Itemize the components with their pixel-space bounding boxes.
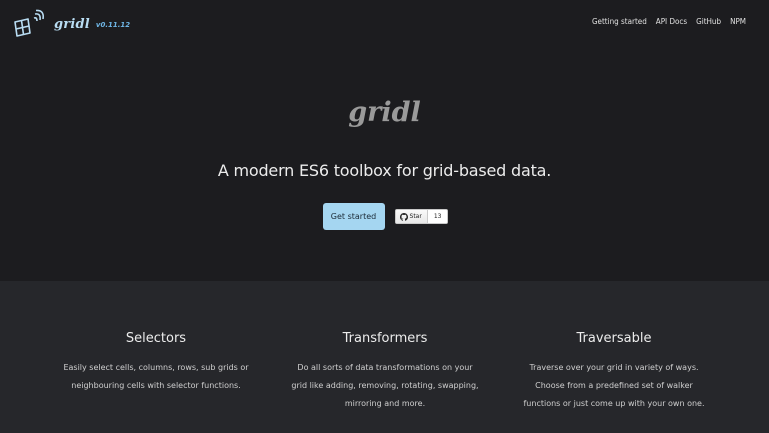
feature-selectors: Selectors Easily select cells, columns, … [56,331,256,395]
nav-link-github[interactable]: GitHub [696,17,721,26]
hero-actions: Get started Star 13 [0,203,769,230]
feature-title: Traversable [576,331,652,346]
hero-title: gridl [348,97,421,128]
github-star-label-area[interactable]: Star [395,210,428,223]
hero-section: gridl A modern ES6 toolbox for grid-base… [0,50,769,281]
get-started-button[interactable]: Get started [322,203,385,230]
nav-link-npm[interactable]: NPM [730,17,746,26]
feature-title: Transformers [342,331,428,346]
github-star-label: Star [409,213,422,220]
github-star-button[interactable]: Star 13 [394,209,449,224]
github-star-count[interactable]: 13 [427,210,448,223]
features-section: Selectors Easily select cells, columns, … [0,281,769,433]
feature-description: Easily select cells, columns, rows, sub … [63,363,249,390]
nav-link-getting-started[interactable]: Getting started [592,17,647,26]
nav-links: Getting started API Docs GitHub NPM [592,17,746,26]
top-navbar: gridl v0.11.12 Getting started API Docs … [0,0,769,50]
feature-description: Traverse over your grid in variety of wa… [523,363,705,408]
feature-description: Do all sorts of data transformations on … [291,363,479,408]
feature-traversable: Traversable Traverse over your grid in v… [514,331,714,413]
grid-signal-icon [14,9,45,37]
nav-link-api-docs[interactable]: API Docs [656,17,687,26]
brand[interactable]: gridl v0.11.12 [12,9,130,39]
feature-title: Selectors [125,331,187,346]
github-icon [399,212,408,221]
brand-name: gridl [54,16,90,32]
brand-version: v0.11.12 [95,21,131,29]
feature-transformers: Transformers Do all sorts of data transf… [285,331,485,413]
hero-tagline: A modern ES6 toolbox for grid-based data… [217,161,552,180]
